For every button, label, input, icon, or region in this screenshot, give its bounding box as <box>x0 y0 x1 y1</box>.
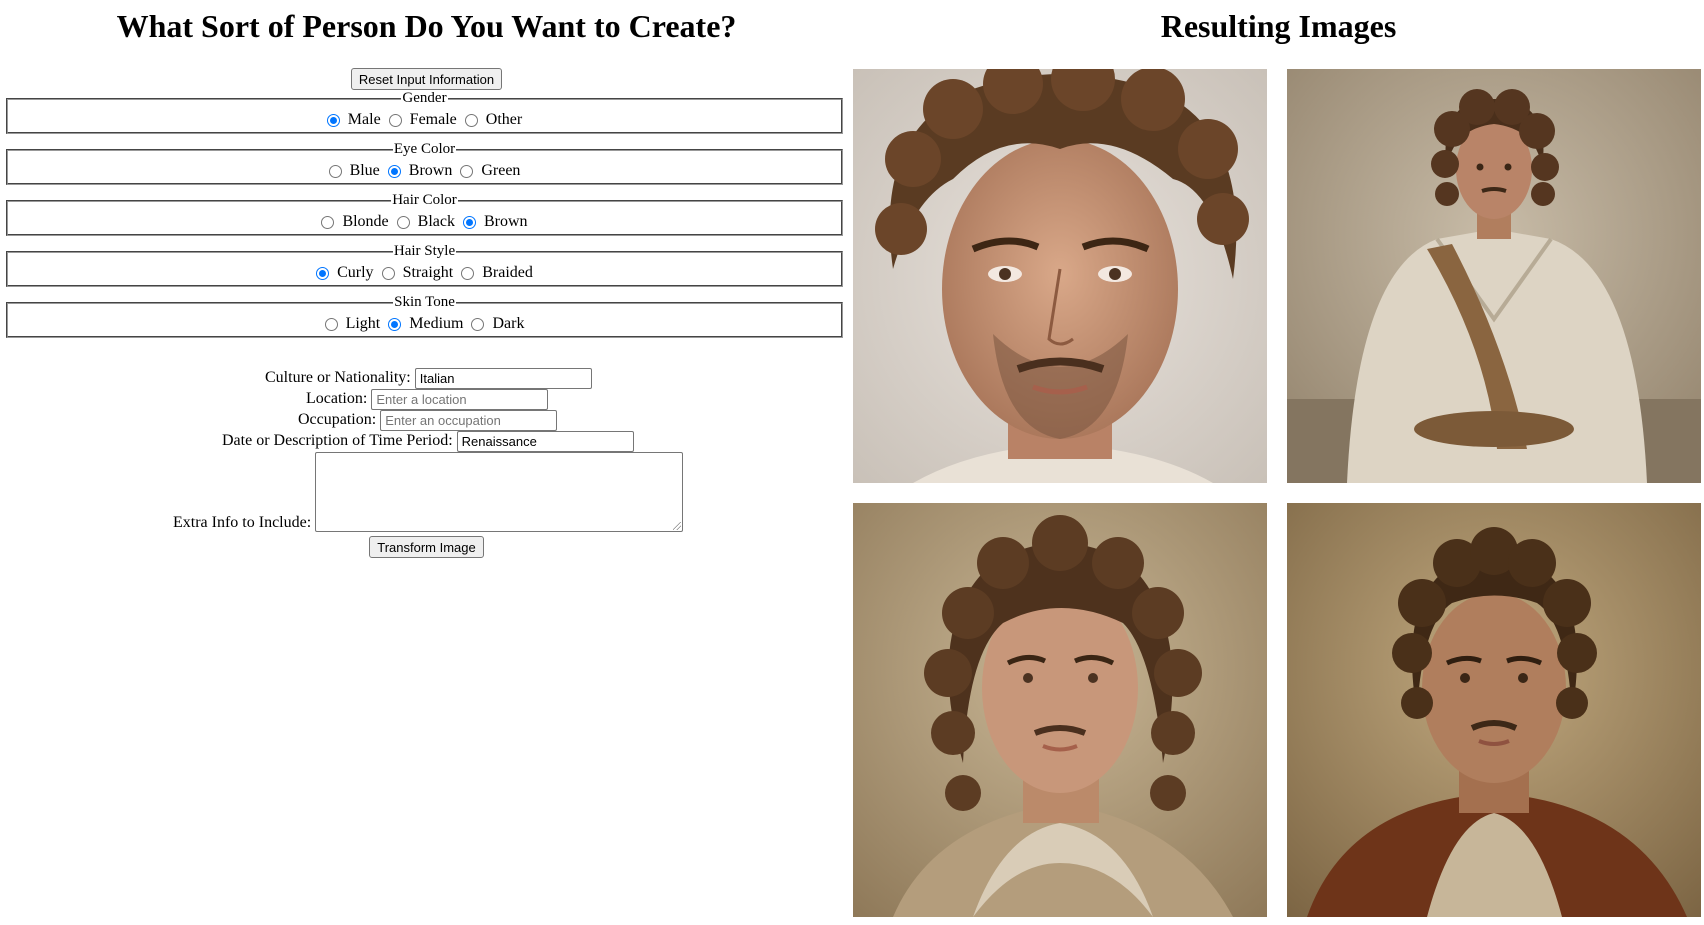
extra-label: Extra Info to Include: <box>173 514 312 531</box>
hair-style-fieldset: Hair Style Curly Straight Braided <box>6 243 843 287</box>
radio-icon[interactable] <box>321 215 335 229</box>
radio-icon[interactable] <box>396 215 410 229</box>
gender-other-option[interactable]: Other <box>464 111 522 129</box>
skin-dark-option[interactable]: Dark <box>471 315 524 333</box>
eye-blue-option[interactable]: Blue <box>328 162 380 180</box>
culture-label: Culture or Nationality: <box>265 369 411 387</box>
hair-braided-option[interactable]: Braided <box>461 264 533 282</box>
reset-button[interactable]: Reset Input Information <box>350 68 503 90</box>
hair-style-legend: Hair Style <box>393 243 456 259</box>
period-row: Date or Description of Time Period: Rena… <box>222 431 634 452</box>
hair-black-option[interactable]: Black <box>396 213 455 231</box>
hair-curly-option[interactable]: Curly <box>316 264 374 282</box>
culture-input[interactable]: Italian <box>414 368 592 389</box>
occupation-label: Occupation: <box>298 411 377 429</box>
skin-light-option[interactable]: Light <box>324 315 380 333</box>
hair-straight-option[interactable]: Straight <box>381 264 453 282</box>
radio-icon[interactable] <box>464 113 478 127</box>
extra-row: Extra Info to Include: <box>173 452 684 532</box>
result-image-4 <box>1287 503 1701 917</box>
radio-icon[interactable] <box>388 113 402 127</box>
eye-brown-option[interactable]: Brown <box>387 162 452 180</box>
radio-icon[interactable] <box>324 317 338 331</box>
results-title: Resulting Images <box>1160 8 1397 44</box>
radio-icon[interactable] <box>381 266 395 280</box>
skin-medium-option[interactable]: Medium <box>388 315 463 333</box>
culture-row: Culture or Nationality: Italian <box>265 368 592 389</box>
radio-icon[interactable] <box>326 113 340 127</box>
transform-button[interactable]: Transform Image <box>369 536 484 558</box>
occupation-row: Occupation: Enter an occupation <box>298 410 558 431</box>
extra-textarea[interactable] <box>315 452 684 532</box>
radio-icon[interactable] <box>460 164 474 178</box>
gender-male-option[interactable]: Male <box>326 111 381 129</box>
gender-female-option[interactable]: Female <box>388 111 457 129</box>
radio-icon[interactable] <box>388 317 402 331</box>
skin-tone-fieldset: Skin Tone Light Medium Dark <box>6 294 843 338</box>
skin-tone-legend: Skin Tone <box>394 294 455 310</box>
form-panel: What Sort of Person Do You Want to Creat… <box>0 0 853 925</box>
eye-color-fieldset: Eye Color Blue Brown Green <box>6 141 843 185</box>
radio-icon[interactable] <box>461 266 475 280</box>
hair-brown-option[interactable]: Brown <box>462 213 528 231</box>
results-panel: Resulting Images <box>853 0 1704 925</box>
eye-green-option[interactable]: Green <box>460 162 520 180</box>
eye-color-legend: Eye Color <box>393 141 456 157</box>
result-image-2 <box>1287 69 1701 483</box>
radio-icon[interactable] <box>387 164 401 178</box>
form-title: What Sort of Person Do You Want to Creat… <box>116 8 737 44</box>
location-input[interactable]: Enter a location <box>371 389 549 410</box>
hair-color-legend: Hair Color <box>392 192 457 208</box>
occupation-input[interactable]: Enter an occupation <box>380 410 558 431</box>
hair-color-fieldset: Hair Color Blonde Black Brown <box>6 192 843 236</box>
result-image-1 <box>853 69 1267 483</box>
gender-fieldset: Gender Male Female Other <box>6 90 843 134</box>
gender-legend: Gender <box>402 90 447 106</box>
result-image-3 <box>853 503 1267 917</box>
location-row: Location: Enter a location <box>306 389 549 410</box>
period-input[interactable]: Renaissance <box>456 431 634 452</box>
period-label: Date or Description of Time Period: <box>222 432 453 450</box>
hair-blonde-option[interactable]: Blonde <box>321 213 389 231</box>
radio-icon[interactable] <box>316 266 330 280</box>
radio-icon[interactable] <box>328 164 342 178</box>
radio-icon[interactable] <box>471 317 485 331</box>
location-label: Location: <box>306 390 368 408</box>
radio-icon[interactable] <box>462 215 476 229</box>
resize-grip-icon[interactable] <box>673 522 682 530</box>
